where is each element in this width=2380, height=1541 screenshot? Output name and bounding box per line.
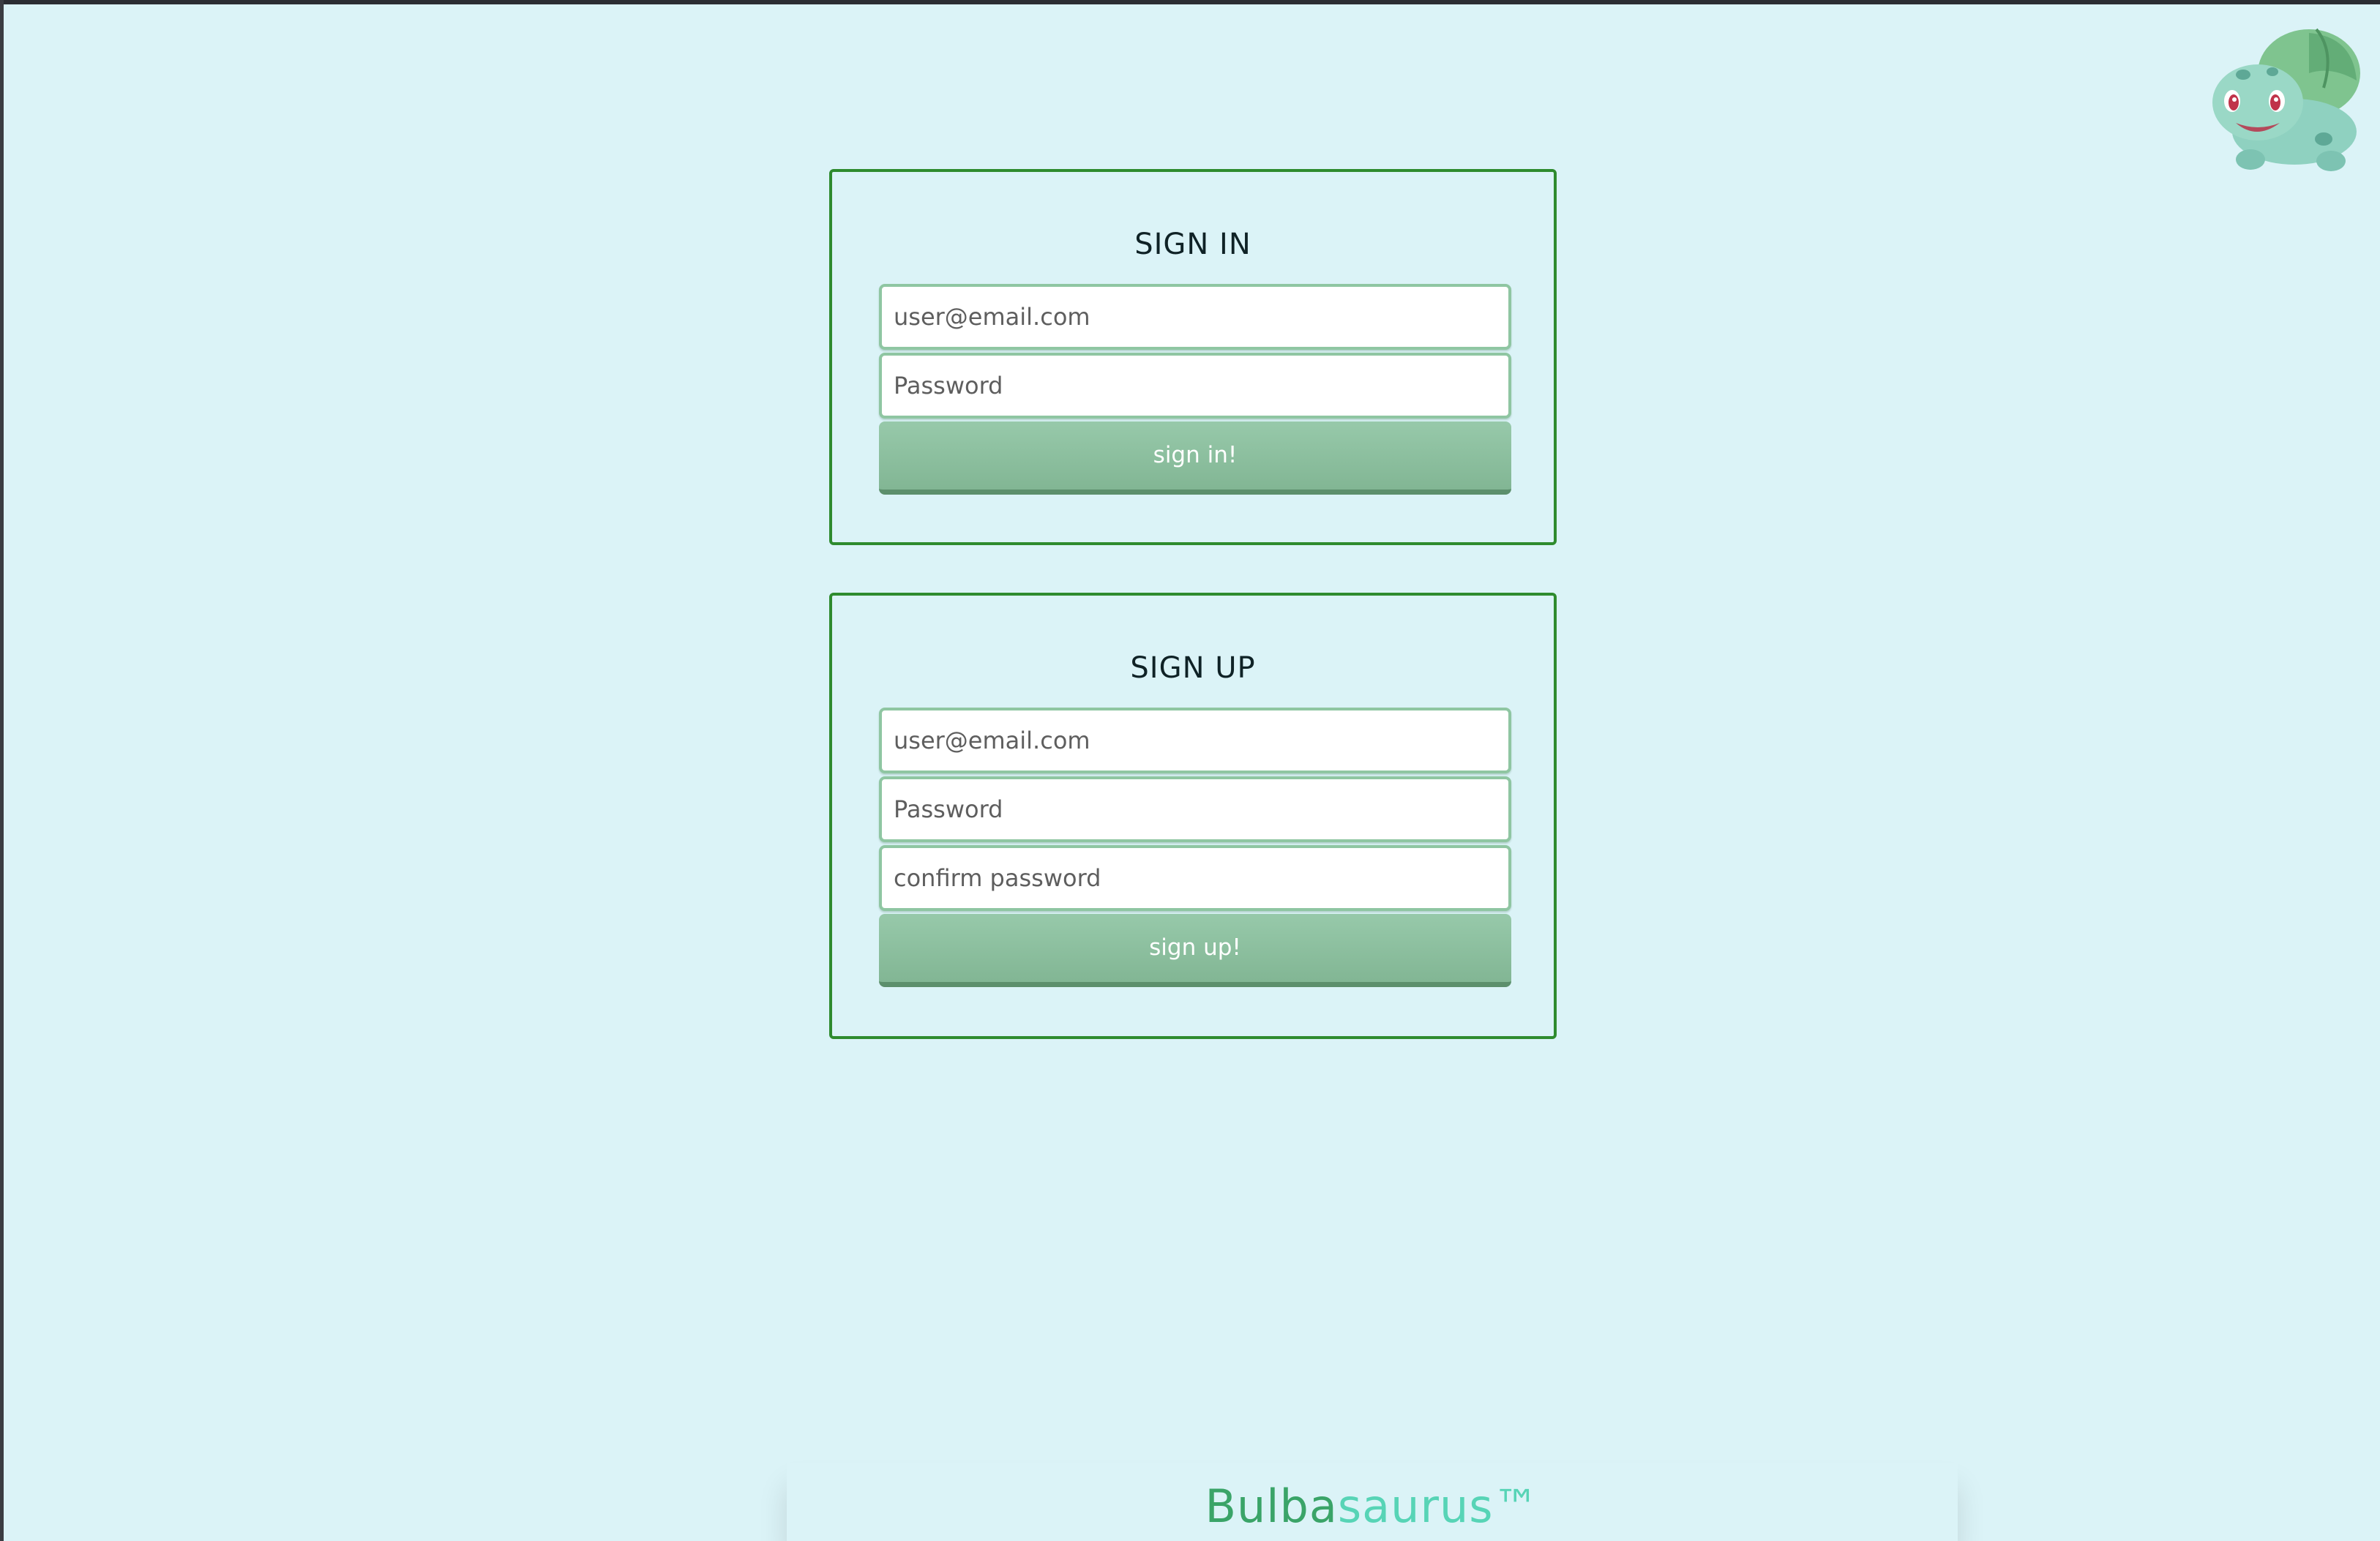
- window-top-edge: [0, 0, 2380, 4]
- brand-name-part1: Bulba: [1205, 1480, 1338, 1533]
- sign-in-password-input[interactable]: [879, 353, 1511, 419]
- sign-in-email-input[interactable]: [879, 284, 1511, 350]
- sign-in-button[interactable]: sign in!: [879, 421, 1511, 495]
- sign-up-confirm-password-input[interactable]: [879, 845, 1511, 911]
- bulbasaur-icon: [2207, 22, 2368, 176]
- sign-in-panel: SIGN IN sign in!: [829, 169, 1557, 545]
- sign-in-title: SIGN IN: [1134, 228, 1251, 261]
- sign-up-panel: SIGN UP sign up!: [829, 593, 1557, 1039]
- footer: Bulbasaurus™: [787, 1463, 1958, 1541]
- login-page: SIGN IN sign in! SIGN UP sign up! Bulbas…: [0, 0, 2380, 1541]
- brand-name-part2: saurus™: [1337, 1480, 1540, 1533]
- sign-up-email-input[interactable]: [879, 708, 1511, 773]
- window-left-edge: [0, 0, 4, 1541]
- sign-up-password-input[interactable]: [879, 776, 1511, 842]
- sign-up-title: SIGN UP: [1130, 651, 1256, 685]
- brand-logo-text: Bulbasaurus™: [787, 1480, 1958, 1533]
- sign-up-button[interactable]: sign up!: [879, 914, 1511, 987]
